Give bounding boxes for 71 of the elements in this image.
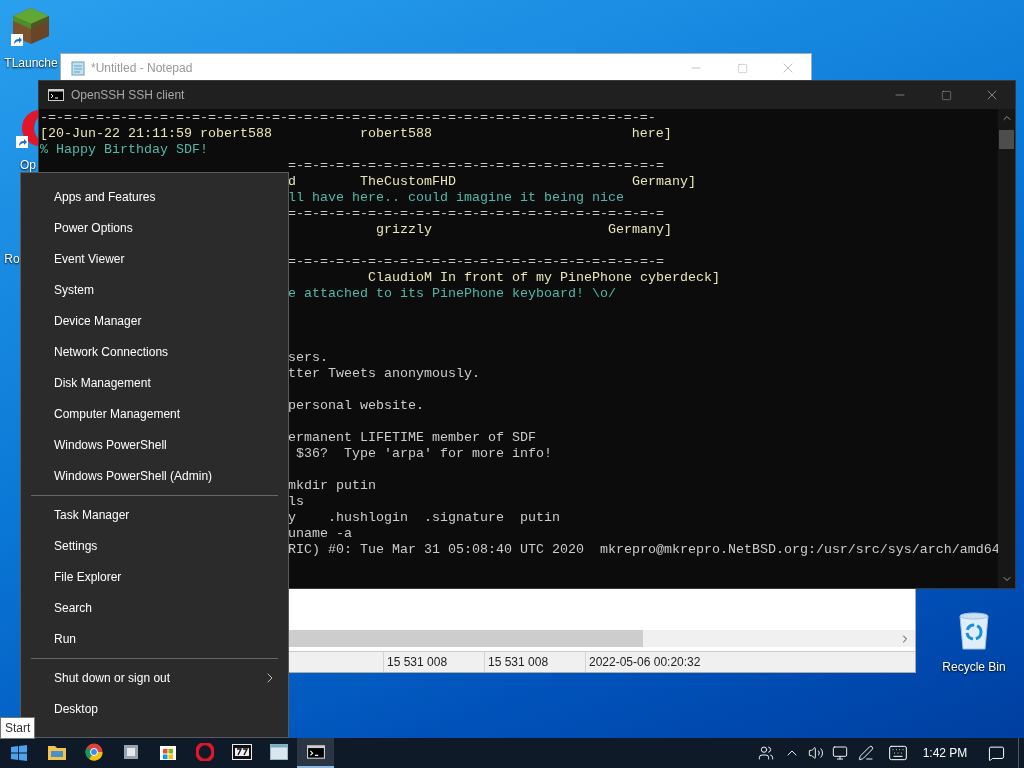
maximize-icon (736, 62, 748, 74)
window-icon (269, 744, 288, 760)
terminal-line: =-=-=-=-=-=-=-=-=-=-=-=-=-=-=-=-=-=-=-=-=-=-=-= (288, 206, 664, 222)
store-icon (158, 743, 177, 761)
menu-item[interactable]: Windows PowerShell (21, 429, 288, 460)
notification-icon (987, 744, 1005, 762)
menu-item[interactable]: Settings (21, 530, 288, 561)
terminal-line: [20-Jun-22 21:11:59 robert588 robert588 here] (40, 126, 672, 142)
grass-block-icon (11, 6, 51, 46)
menu-item[interactable]: Shut down or sign out (21, 662, 288, 693)
terminal-line: y .hushlogin .signature putin (288, 510, 560, 526)
terminal-line: sers. (288, 350, 328, 366)
clock[interactable]: 1:42 PM (916, 738, 974, 768)
notepad-icon (70, 60, 86, 76)
menu-item[interactable]: File Explorer (21, 561, 288, 592)
terminal-line: ermanent LIFETIME member of SDF (288, 430, 536, 446)
folder-icon (46, 743, 67, 761)
terminal-line: d TheCustomFHD Germany] (288, 174, 696, 190)
app-icon (121, 743, 140, 761)
terminal-line: $36? Type 'arpa' for more info! (295, 446, 552, 462)
terminal-line: ClaudioM In front of my PinePhone cyberdeck] (366, 270, 720, 286)
status-cell: 15 531 008 (484, 652, 585, 672)
console-icon (306, 745, 325, 759)
desktop-icon-label[interactable]: Recycle Bin (942, 658, 1006, 676)
status-cell: 15 531 008 (383, 652, 484, 672)
status-cell: 2022-05-06 00:20:32 (585, 652, 713, 672)
terminal-line: personal website. (288, 398, 424, 414)
volume-icon (808, 745, 824, 761)
terminal-line: e attached to its PinePhone keyboard! \o/ (288, 286, 616, 302)
menu-item[interactable]: Windows PowerShell (Admin) (21, 460, 288, 491)
terminal-line: =-=-=-=-=-=-=-=-=-=-=-=-=-=-=-=-=-=-=-=-=-=-=-= (288, 254, 664, 270)
terminal-line: % Happy Birthday SDF! (40, 142, 208, 158)
taskbar-app-button[interactable] (297, 738, 334, 768)
shortcut-arrow-icon (16, 136, 28, 148)
terminal-line: tter Tweets anonymously. (288, 366, 480, 382)
window-title: *Untitled - Notepad (91, 60, 193, 77)
recycle-bin-icon (957, 610, 991, 650)
menu-item[interactable]: Task Manager (21, 499, 288, 530)
menu-item[interactable]: Power Options (21, 212, 288, 243)
menu-item[interactable]: Computer Management (21, 398, 288, 429)
terminal-line: -=-=-=-=-=-=-=-=-=-=-=-=-=-=-=-=-=-=-=-=-=-=-=-=-=-=-=-=-=-=-=-=-=-=-=-=-=-=- (40, 110, 656, 126)
menu-item[interactable]: Disk Management (21, 367, 288, 398)
keyboard-icon (888, 743, 908, 763)
pen-icon (858, 745, 874, 761)
archive-icon (231, 744, 252, 760)
menu-item[interactable]: Run (21, 623, 288, 654)
shortcut-arrow-icon (11, 34, 23, 46)
terminal-line: ll have here.. could imagine it being nice (288, 190, 624, 206)
terminal-line: grizzly Germany] (374, 222, 672, 238)
windows-logo-icon (11, 745, 27, 761)
menu-item[interactable]: Network Connections (21, 336, 288, 367)
menu-item[interactable]: Device Manager (21, 305, 288, 336)
console-icon (48, 89, 64, 101)
vertical-scrollbar[interactable] (998, 109, 1015, 588)
menu-item[interactable]: Search (21, 592, 288, 623)
scrollbar-thumb[interactable] (999, 130, 1014, 149)
tooltip: Start (0, 717, 36, 739)
terminal-line: ls (288, 494, 304, 510)
terminal-line: =-=-=-=-=-=-=-=-=-=-=-=-=-=-=-=-=-=-=-=-=-=-=-= (288, 158, 664, 174)
menu-item[interactable]: Apps and Features (21, 181, 288, 212)
window-title: OpenSSH SSH client (71, 87, 185, 104)
menu-item[interactable]: Event Viewer (21, 243, 288, 274)
terminal-line: mkdir putin (288, 478, 376, 494)
terminal-line: uname -a (288, 526, 352, 542)
maximize-icon (940, 89, 952, 101)
opera-logo-icon (195, 743, 214, 761)
network-icon (832, 745, 848, 761)
browser-icon (84, 743, 103, 761)
people-icon (758, 745, 774, 761)
menu-item[interactable]: System (21, 274, 288, 305)
desktop-icon-label[interactable]: Ro (4, 250, 20, 268)
